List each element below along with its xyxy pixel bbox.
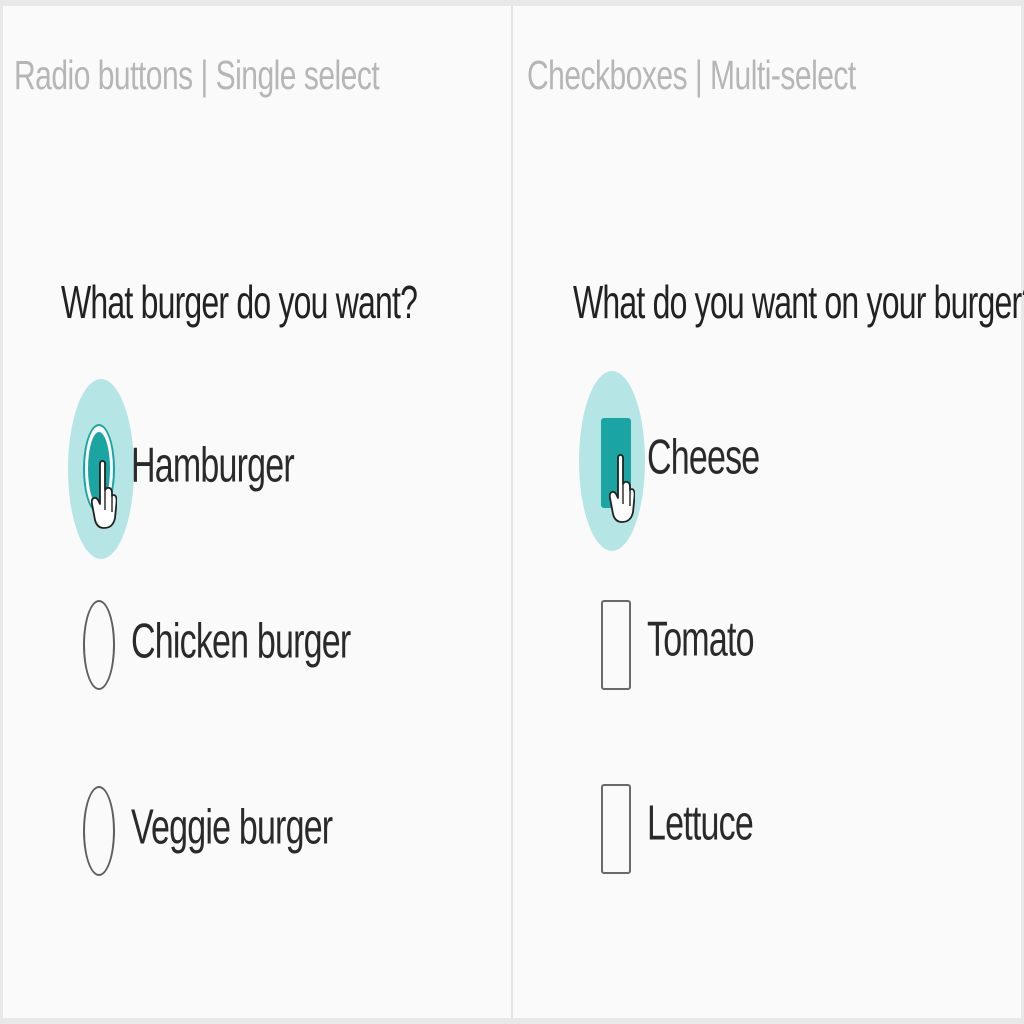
radio-panel: Radio buttons | Single select What burge… (3, 6, 508, 1018)
radio-option-label: Veggie burger (131, 800, 333, 856)
checkbox-option-cheese[interactable]: Cheese (579, 371, 977, 551)
checkbox-option-lettuce[interactable]: Lettuce (597, 778, 977, 878)
radio-option-label: Hamburger (131, 438, 295, 494)
checkbox-panel-caption: Checkboxes | Multi-select (527, 54, 856, 99)
checkbox-option-label: Tomato (647, 612, 755, 668)
radio-button-unchecked[interactable] (83, 600, 115, 690)
hand-pointer-icon (609, 454, 635, 523)
radio-question: What burger do you want? (61, 276, 418, 329)
checkbox-option-tomato[interactable]: Tomato (597, 594, 977, 694)
comparison-canvas: Radio buttons | Single select What burge… (3, 6, 1024, 1018)
checkbox-unchecked[interactable] (601, 784, 631, 874)
radio-option-chicken-burger[interactable]: Chicken burger (81, 596, 461, 696)
checkbox-panel: Checkboxes | Multi-select What do you wa… (513, 6, 1024, 1018)
checkbox-unchecked[interactable] (601, 600, 631, 690)
checkbox-option-label: Cheese (647, 430, 760, 486)
radio-option-label: Chicken burger (131, 614, 351, 670)
hand-pointer-icon (91, 460, 117, 529)
radio-option-hamburger[interactable]: Hamburger (68, 379, 461, 559)
radio-option-veggie-burger[interactable]: Veggie burger (81, 782, 461, 882)
checkbox-question: What do you want on your burger? (573, 276, 1024, 329)
radio-button-unchecked[interactable] (83, 786, 115, 876)
radio-panel-caption: Radio buttons | Single select (14, 54, 380, 99)
checkbox-option-label: Lettuce (647, 796, 754, 852)
